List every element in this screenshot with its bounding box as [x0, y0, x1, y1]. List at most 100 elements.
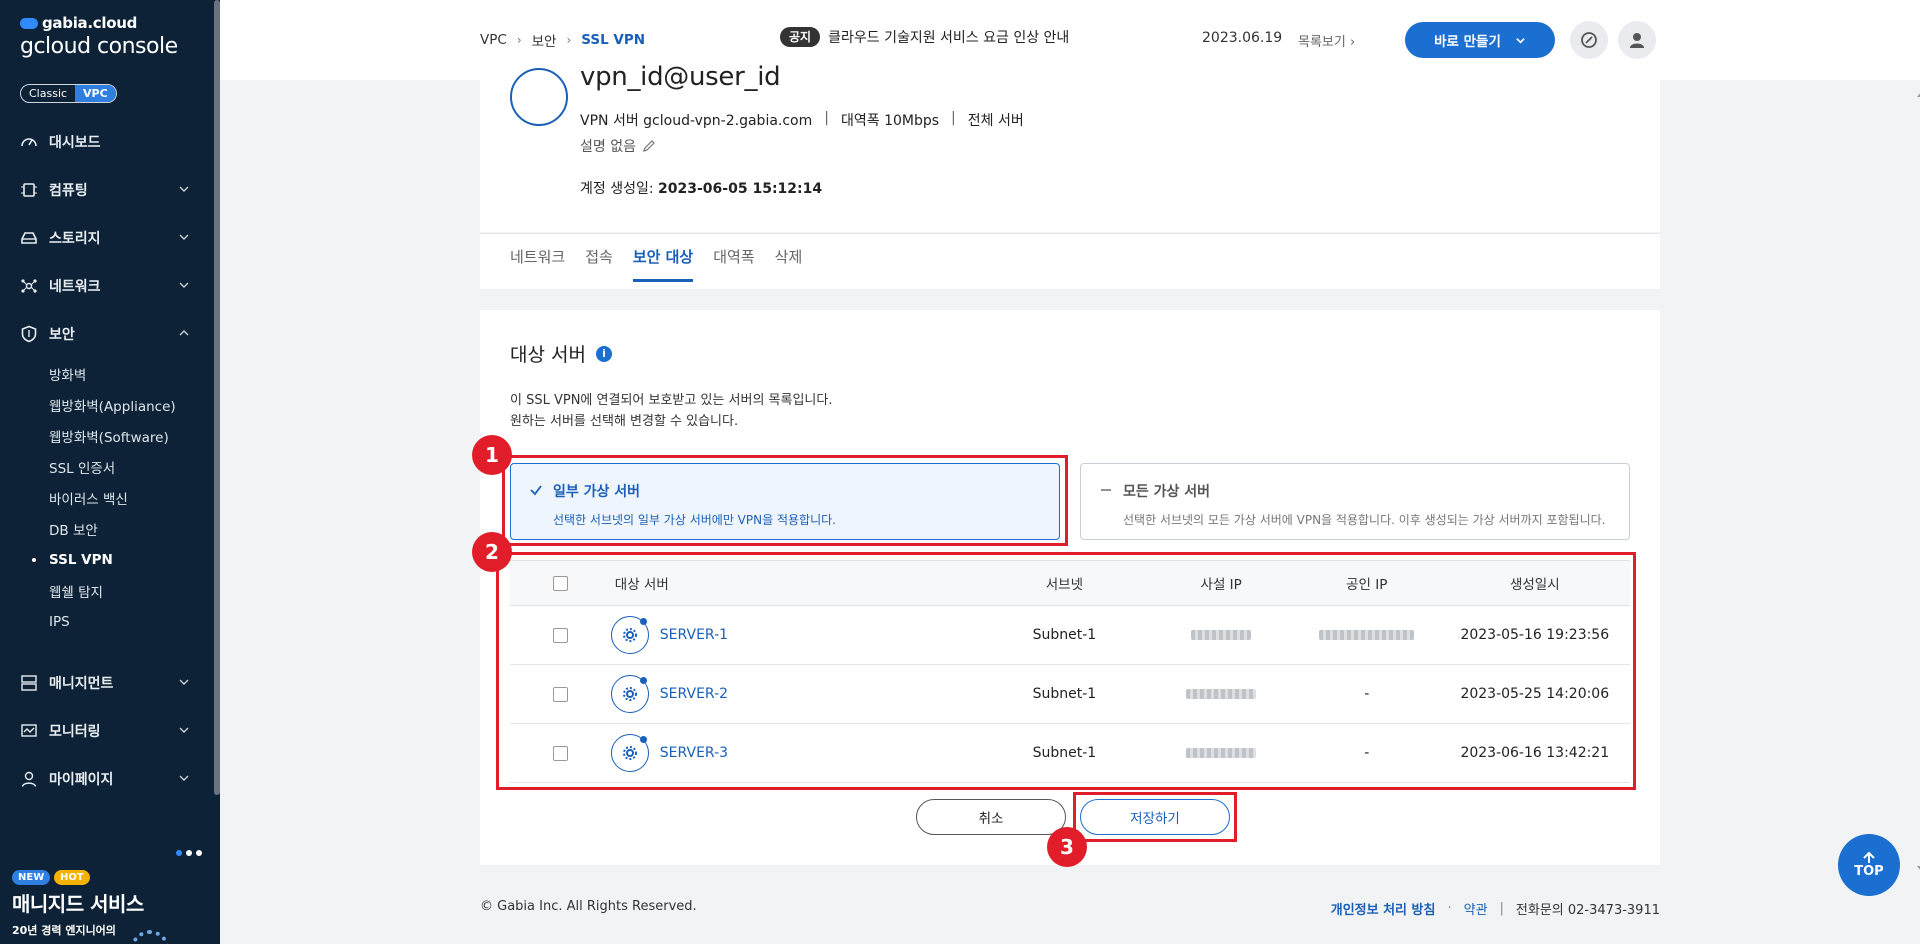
feedback-button[interactable] — [1570, 21, 1608, 59]
vpn-summary-card: vpn_id@user_id VPN 서버 gcloud-vpn-2.gabia… — [480, 62, 1660, 232]
annotation-box-2 — [496, 552, 1636, 790]
annotation-box-1 — [502, 455, 1068, 546]
chevron-down-icon — [179, 775, 189, 781]
brand-top-text: gabia.cloud — [42, 14, 138, 32]
sidebar-item-security[interactable]: 보안 — [0, 310, 214, 358]
breadcrumb-vpc[interactable]: VPC — [480, 32, 507, 48]
detail-tabs: 네트워크 접속 보안 대상 대역폭 삭제 — [480, 233, 1660, 289]
breadcrumb-security[interactable]: 보안 — [532, 30, 557, 50]
created-value: 2023-06-05 15:12:14 — [658, 181, 823, 197]
quick-create-button[interactable]: 바로 만들기 — [1405, 22, 1555, 58]
sidebar-item-label: 모니터링 — [49, 724, 101, 740]
chevron-down-icon — [1516, 37, 1525, 44]
sidebar-subitem-ssl-vpn[interactable]: SSL VPN — [32, 544, 214, 575]
breadcrumb: VPC › 보안 › SSL VPN — [480, 30, 645, 50]
annotation-marker-1: 1 — [472, 435, 512, 475]
vpn-meta: VPN 서버 gcloud-vpn-2.gabia.com | 대역폭 10Mb… — [580, 110, 1024, 129]
section-description: 이 SSL VPN에 연결되어 보호받고 있는 서버의 목록입니다. 원하는 서… — [510, 390, 832, 432]
footer-dot: · — [1447, 901, 1452, 916]
mode-vpc-button[interactable]: VPC — [75, 85, 116, 102]
sidebar-item-label: 스토리지 — [49, 231, 101, 247]
sidebar-subitem-firewall[interactable]: 방화벽 — [49, 358, 214, 389]
section-title: 대상 서버 i — [510, 340, 612, 367]
tab-delete[interactable]: 삭제 — [775, 234, 803, 290]
notice-banner[interactable]: 공지 클라우드 기술지원 서비스 요금 인상 안내 — [780, 27, 1069, 47]
sidebar: gabia.cloud gcloud console Classic VPC 대… — [0, 0, 220, 944]
option-all-servers[interactable]: 모든 가상 서버 선택한 서브넷의 모든 가상 서버에 VPN을 적용합니다. … — [1080, 463, 1630, 540]
contact-phone: 전화문의 02-3473-3911 — [1515, 903, 1660, 918]
sidebar-item-label: 마이페이지 — [49, 772, 114, 788]
tab-network[interactable]: 네트워크 — [510, 234, 565, 290]
carousel-dots[interactable] — [176, 850, 202, 856]
network-icon — [20, 277, 38, 295]
bandwidth-label: 대역폭 — [840, 113, 880, 129]
shield-icon — [20, 325, 38, 343]
new-badge: NEW — [12, 870, 51, 885]
sidebar-item-monitoring[interactable]: 모니터링 — [0, 707, 214, 755]
annotation-box-3 — [1073, 792, 1237, 842]
chevron-down-icon — [179, 727, 189, 733]
sidebar-subitem-waf-appliance[interactable]: 웹방화벽(Appliance) — [49, 389, 214, 420]
vpn-account-title: vpn_id@user_id — [580, 62, 781, 92]
tab-bandwidth[interactable]: 대역폭 — [713, 234, 754, 290]
gear-icon — [130, 930, 170, 944]
scroll-top-button[interactable]: TOP — [1838, 834, 1900, 896]
vpn-description: 설명 없음 — [580, 136, 656, 156]
terms-link[interactable]: 약관 — [1464, 899, 1488, 918]
breadcrumb-ssl-vpn[interactable]: SSL VPN — [581, 32, 645, 48]
sidebar-item-network[interactable]: 네트워크 — [0, 262, 214, 310]
pencil-icon[interactable] — [642, 139, 656, 153]
notice-list-label: 목록보기 — [1298, 35, 1346, 50]
tab-connection[interactable]: 접속 — [585, 234, 613, 290]
chevron-right-icon: › — [1345, 35, 1356, 50]
target-server-card: 대상 서버 i 이 SSL VPN에 연결되어 보호받고 있는 서버의 목록입니… — [472, 310, 1660, 867]
hot-badge: HOT — [54, 870, 90, 885]
sidebar-item-label: 컴퓨팅 — [49, 183, 88, 199]
main-content: vpn_id@user_id VPN 서버 gcloud-vpn-2.gabia… — [220, 62, 1920, 944]
notice-text[interactable]: 클라우드 기술지원 서비스 요금 인상 안내 — [828, 27, 1069, 47]
section-desc-line1: 이 SSL VPN에 연결되어 보호받고 있는 서버의 목록입니다. — [510, 393, 833, 408]
sidebar-item-dashboard[interactable]: 대시보드 — [0, 118, 214, 166]
quick-create-label: 바로 만들기 — [1434, 34, 1501, 50]
user-icon — [1630, 33, 1644, 48]
vpn-scope: 전체 서버 — [967, 113, 1024, 129]
privacy-policy-link[interactable]: 개인정보 처리 방침 — [1331, 899, 1436, 918]
annotation-marker-2: 2 — [472, 532, 512, 572]
cancel-button[interactable]: 취소 — [916, 799, 1066, 835]
sidebar-subitem-ssl-cert[interactable]: SSL 인증서 — [49, 451, 214, 482]
cloud-icon — [20, 17, 38, 29]
sidebar-item-computing[interactable]: 컴퓨팅 — [0, 166, 214, 214]
sidebar-subitem-antivirus[interactable]: 바이러스 백신 — [49, 482, 214, 513]
chevron-down-icon — [179, 186, 189, 192]
breadcrumb-separator-icon: › — [516, 33, 522, 47]
notice-tag: 공지 — [780, 27, 821, 47]
sidebar-item-storage[interactable]: 스토리지 — [0, 214, 214, 262]
option-all-desc: 선택한 서브넷의 모든 가상 서버에 VPN을 적용합니다. 이후 생성되는 가… — [1123, 513, 1606, 527]
sidebar-subitem-db-security[interactable]: DB 보안 — [49, 513, 214, 544]
sidebar-item-label: 매니지먼트 — [49, 676, 114, 692]
mode-toggle[interactable]: Classic VPC — [20, 84, 117, 103]
sidebar-subitem-waf-software[interactable]: 웹방화벽(Software) — [49, 420, 214, 451]
sidebar-item-mypage[interactable]: 마이페이지 — [0, 755, 214, 803]
footer-bar: | — [1499, 901, 1504, 916]
sidebar-subitem-ips[interactable]: IPS — [49, 606, 214, 637]
annotation-marker-3: 3 — [1047, 827, 1087, 867]
notice-date: 2023.06.19 — [1202, 30, 1283, 46]
notice-list-link[interactable]: 목록보기 › — [1298, 31, 1355, 50]
chat-bubble-icon — [1581, 32, 1597, 48]
promo-banner[interactable]: NEW HOT 매니지드 서비스 20년 경력 엔지니어의 — [0, 850, 214, 944]
chevron-down-icon — [179, 234, 189, 240]
account-button[interactable] — [1618, 21, 1656, 59]
sidebar-nav: 대시보드 컴퓨팅 스토리지 네트워크 보안 방화벽 웹방화벽(Appliance… — [0, 118, 214, 803]
promo-title: 매니지드 서비스 — [12, 892, 144, 916]
tab-security-target[interactable]: 보안 대상 — [632, 234, 694, 290]
info-icon[interactable]: i — [595, 345, 612, 362]
sidebar-subitem-webshell[interactable]: 웹쉘 탐지 — [49, 575, 214, 606]
mode-classic-button[interactable]: Classic — [21, 85, 75, 102]
chip-icon — [20, 181, 38, 199]
brand-main-text: gcloud console — [20, 34, 178, 59]
sidebar-item-label: 네트워크 — [49, 279, 101, 295]
description-text: 설명 없음 — [580, 139, 636, 155]
sidebar-item-management[interactable]: 매니지먼트 — [0, 659, 214, 707]
brand-logo[interactable]: gabia.cloud gcloud console — [20, 14, 178, 59]
